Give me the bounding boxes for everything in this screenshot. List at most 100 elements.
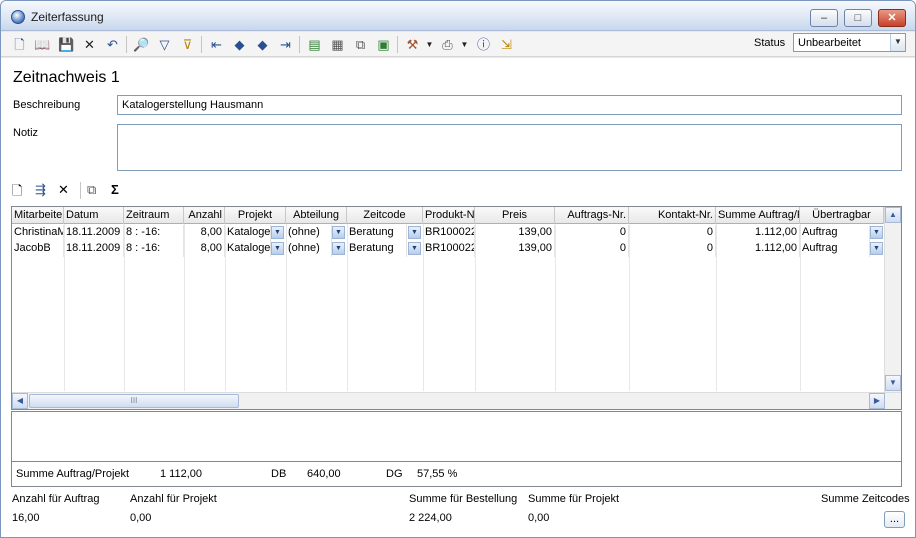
column-header[interactable]: Übertragbar: [800, 207, 884, 224]
column-header[interactable]: Mitarbeiter: [12, 207, 64, 224]
kontakt-nr-cell[interactable]: 0: [629, 241, 716, 257]
close-button[interactable]: ✕: [878, 9, 906, 27]
summe-cell[interactable]: 1.112,00: [716, 241, 800, 257]
search-icon[interactable]: 🔎: [133, 36, 150, 53]
filter-icon[interactable]: ▽: [156, 36, 173, 53]
uebertragbar-cell[interactable]: Auftrag: [800, 225, 870, 241]
copy-icon[interactable]: ⧉: [87, 182, 96, 200]
chevron-down-icon[interactable]: ▼: [408, 242, 421, 255]
chevron-down-icon[interactable]: ▼: [332, 226, 345, 239]
preis-cell[interactable]: 139,00: [475, 225, 555, 241]
delete-icon[interactable]: ✕: [81, 36, 98, 53]
abteilung-cell[interactable]: (ohne): [286, 241, 332, 257]
chevron-down-icon[interactable]: ▼: [271, 242, 284, 255]
chevron-down-icon[interactable]: ▼: [408, 226, 421, 239]
column-header[interactable]: Anzahl: [184, 207, 225, 224]
column-header[interactable]: Summe Auftrag/Projekt: [716, 207, 800, 224]
time-entry-grid: Mitarbeiter Datum Zeitraum Anzahl Projek…: [11, 206, 902, 410]
beschreibung-field[interactable]: Katalogerstellung Hausmann: [117, 95, 902, 115]
document-list-icon[interactable]: ▦: [329, 36, 346, 53]
summe-bestellung-label: Summe für Bestellung: [409, 493, 518, 505]
anzahl-cell[interactable]: 8,00: [184, 241, 225, 257]
filter-clear-icon[interactable]: ⊽: [179, 36, 196, 53]
summe-cell[interactable]: 1.112,00: [716, 225, 800, 241]
column-header[interactable]: Kontakt-Nr.: [629, 207, 716, 224]
column-header[interactable]: Abteilung: [286, 207, 347, 224]
table-row[interactable]: ChristinaM 18.11.2009 8 : -16: 8,00 Kata…: [12, 225, 884, 241]
zeitcode-cell[interactable]: Beratung: [347, 225, 407, 241]
kontakt-nr-cell[interactable]: 0: [629, 225, 716, 241]
status-label: Status: [754, 37, 786, 49]
next-record-icon[interactable]: ◆: [254, 36, 271, 53]
chevron-down-icon[interactable]: ▼: [870, 242, 883, 255]
form-content: Zeitnachweis 1 Beschreibung Katalogerste…: [1, 58, 915, 537]
new-row-icon[interactable]: 🗋: [12, 182, 22, 200]
scroll-right-icon[interactable]: ▶: [869, 393, 885, 409]
column-header[interactable]: Projekt: [225, 207, 286, 224]
scroll-left-icon[interactable]: ◀: [12, 393, 28, 409]
help-icon[interactable]: ⓘ: [475, 36, 492, 53]
status-select-value: Unbearbeitet: [798, 37, 861, 49]
save-icon[interactable]: 💾: [58, 36, 75, 53]
preis-cell[interactable]: 139,00: [475, 241, 555, 257]
document-copy-icon[interactable]: ⧉: [352, 36, 369, 53]
undo-icon[interactable]: ↶: [104, 36, 121, 53]
column-header[interactable]: Zeitcode: [347, 207, 423, 224]
projekt-cell[interactable]: Kataloge: [225, 241, 271, 257]
chevron-down-icon[interactable]: ▼: [870, 226, 883, 239]
produkt-nr-cell[interactable]: BR100022: [423, 241, 475, 257]
exit-icon[interactable]: ⇲: [498, 36, 515, 53]
column-header[interactable]: Zeitraum: [124, 207, 184, 224]
notiz-field[interactable]: [117, 124, 902, 171]
toolbar-separator: [397, 36, 398, 53]
new-document-icon[interactable]: 🗋: [11, 36, 28, 53]
auftrags-nr-cell[interactable]: 0: [555, 225, 629, 241]
horizontal-scroll-thumb[interactable]: III: [29, 394, 239, 408]
mitarbeiter-cell[interactable]: ChristinaM: [12, 225, 64, 241]
vertical-scrollbar[interactable]: ▲ ▼: [884, 207, 901, 392]
chevron-down-icon[interactable]: ▼: [890, 34, 905, 51]
summe-zeitcodes-label: Summe Zeitcodes: [821, 493, 910, 505]
zeitraum-cell[interactable]: 8 : -16:: [124, 241, 184, 257]
horizontal-scrollbar[interactable]: ◀ III ▶: [12, 392, 901, 409]
summe-zeitcodes-button[interactable]: ...: [884, 511, 905, 528]
column-header[interactable]: Produkt-Nr.: [423, 207, 475, 224]
zeitcode-cell[interactable]: Beratung: [347, 241, 407, 257]
document-export-icon[interactable]: ▣: [375, 36, 392, 53]
open-book-icon[interactable]: 📖: [34, 36, 51, 53]
status-select[interactable]: Unbearbeitet ▼: [793, 33, 906, 52]
dg-value: 57,55 %: [417, 468, 458, 480]
first-record-icon[interactable]: ⇤: [208, 36, 225, 53]
minimize-button[interactable]: –: [810, 9, 838, 27]
anzahl-cell[interactable]: 8,00: [184, 225, 225, 241]
insert-row-icon[interactable]: ⇶: [35, 182, 46, 200]
tools-menu-icon[interactable]: ⚒: [404, 36, 421, 53]
zeitraum-cell[interactable]: 8 : -16:: [124, 225, 184, 241]
print-icon[interactable]: ⎙: [439, 36, 456, 53]
scroll-up-icon[interactable]: ▲: [885, 207, 901, 223]
delete-row-icon[interactable]: ✕: [58, 182, 69, 200]
previous-record-icon[interactable]: ◆: [231, 36, 248, 53]
produkt-nr-cell[interactable]: BR100022: [423, 225, 475, 241]
column-header[interactable]: Datum: [64, 207, 124, 224]
last-record-icon[interactable]: ⇥: [277, 36, 294, 53]
maximize-button[interactable]: □: [844, 9, 872, 27]
table-row[interactable]: JacobB 18.11.2009 8 : -16: 8,00 Kataloge…: [12, 241, 884, 257]
document-import-icon[interactable]: ▤: [306, 36, 323, 53]
datum-cell[interactable]: 18.11.2009: [64, 241, 124, 257]
chevron-down-icon[interactable]: ▼: [332, 242, 345, 255]
datum-cell[interactable]: 18.11.2009: [64, 225, 124, 241]
page-title: Zeitnachweis 1: [13, 69, 120, 86]
scroll-down-icon[interactable]: ▼: [885, 375, 901, 391]
column-header[interactable]: Auftrags-Nr.: [555, 207, 629, 224]
chevron-down-icon[interactable]: ▼: [271, 226, 284, 239]
uebertragbar-cell[interactable]: Auftrag: [800, 241, 870, 257]
print-dropdown-icon[interactable]: ▼: [456, 36, 473, 53]
column-header[interactable]: Preis: [475, 207, 555, 224]
mitarbeiter-cell[interactable]: JacobB: [12, 241, 64, 257]
auftrags-nr-cell[interactable]: 0: [555, 241, 629, 257]
projekt-cell[interactable]: Kataloge: [225, 225, 271, 241]
tools-menu-dropdown-icon[interactable]: ▼: [421, 36, 438, 53]
abteilung-cell[interactable]: (ohne): [286, 225, 332, 241]
sum-icon[interactable]: Σ: [111, 182, 119, 200]
